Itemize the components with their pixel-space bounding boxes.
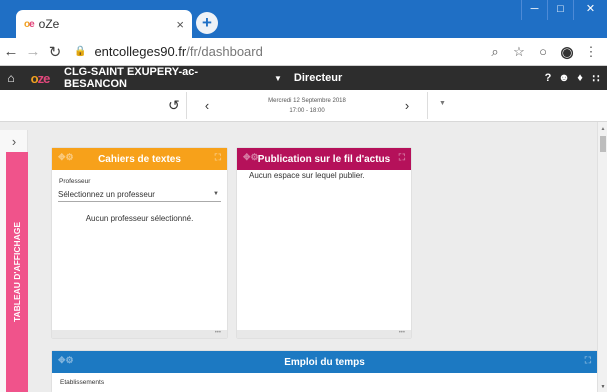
role-selector[interactable]: Directeur xyxy=(294,72,540,84)
professeur-select[interactable]: Sélectionnez un professeur ▼ xyxy=(58,188,221,202)
browser-tab[interactable]: oe oZe × xyxy=(16,10,192,38)
reload-icon[interactable]: ↻ xyxy=(44,43,66,61)
lock-icon: 🔒 xyxy=(74,46,87,57)
chevron-left-icon[interactable]: ‹ xyxy=(187,98,227,113)
maximize-icon[interactable]: □ xyxy=(547,0,573,20)
account-icon[interactable]: ◉ xyxy=(555,43,579,61)
minimize-icon[interactable]: ─ xyxy=(521,0,547,20)
grid-icon[interactable]: ∷ xyxy=(588,72,604,85)
oze-favicon-icon: oe xyxy=(24,18,35,30)
refresh-icon[interactable]: ↺ xyxy=(168,97,180,114)
cahiers-widget: ✥⚙ Cahiers de textes ⛶ Professeur Sélect… xyxy=(52,148,227,338)
emploi-title: Emploi du temps xyxy=(284,356,365,368)
professeur-select-value: Sélectionnez un professeur xyxy=(58,190,155,199)
window-close-icon[interactable]: ✕ xyxy=(573,0,607,20)
page-scrollbar[interactable]: ▲ ▼ xyxy=(597,122,607,392)
browser-tools: ⌕ ☆ ○ ◉ ⋮ xyxy=(483,43,603,61)
address-bar: ← → ↻ 🔒 entcolleges90.fr/fr/dashboard ⌕ … xyxy=(0,38,607,66)
browser-menu-icon[interactable]: ⋮ xyxy=(579,44,603,60)
publication-message: Aucun espace sur lequel publier. xyxy=(249,171,365,180)
school-name[interactable]: CLG-SAINT EXUPERY-ac-BESANCON xyxy=(64,66,254,90)
role-caret-icon[interactable]: ▼ xyxy=(274,74,282,83)
side-panel: › TABLEAU D'AFFICHAGE xyxy=(0,130,28,392)
time-text: 17:00 - 18:00 xyxy=(289,107,325,114)
home-icon[interactable]: ⌂ xyxy=(0,71,22,85)
resize-handle[interactable]: ••• xyxy=(52,330,227,338)
fullscreen-icon[interactable]: ⛶ xyxy=(399,152,405,163)
move-icon[interactable]: ✥⚙ xyxy=(58,355,74,366)
emploi-widget: ✥⚙ Emploi du temps ⛶ Etablissements xyxy=(52,351,597,392)
scroll-up-icon[interactable]: ▲ xyxy=(598,126,607,132)
window-controls: ─ □ ✕ xyxy=(521,0,607,20)
professeur-label: Professeur xyxy=(59,178,91,185)
cahiers-empty-message: Aucun professeur sélectionné. xyxy=(85,214,194,223)
emploi-header: ✥⚙ Emploi du temps ⛶ xyxy=(52,351,597,373)
user-icon[interactable]: ☻ xyxy=(556,72,572,85)
tableau-label: TABLEAU D'AFFICHAGE xyxy=(12,221,22,323)
fullscreen-icon[interactable]: ⛶ xyxy=(585,355,591,366)
extension-icon[interactable]: ○ xyxy=(531,44,555,59)
oze-logo[interactable]: oze xyxy=(22,71,58,86)
help-icon[interactable]: ? xyxy=(540,72,556,85)
tab-title: oZe xyxy=(38,17,60,31)
expand-panel-icon[interactable]: › xyxy=(0,134,28,149)
publication-header: ✥⚙ Publication sur le fil d'actus ⛶ xyxy=(237,148,411,170)
publication-title: Publication sur le fil d'actus xyxy=(257,153,391,165)
publication-widget: ✥⚙ Publication sur le fil d'actus ⛶ Aucu… xyxy=(237,148,411,338)
new-tab-button[interactable]: + xyxy=(196,12,218,34)
app-header: ⌂ oze CLG-SAINT EXUPERY-ac-BESANCON ▼ Di… xyxy=(0,66,607,90)
bell-icon[interactable]: ♦ xyxy=(572,72,588,85)
chevron-right-icon[interactable]: › xyxy=(387,98,427,113)
url-field[interactable]: 🔒 entcolleges90.fr/fr/dashboard xyxy=(74,44,483,59)
date-navigator: ‹ Mercredi 12 Septembre 2018 17:00 - 18:… xyxy=(186,92,428,119)
scroll-down-icon[interactable]: ▼ xyxy=(598,384,607,390)
header-icons: ? ☻ ♦ ∷ xyxy=(540,72,604,85)
resize-handle[interactable]: ••• xyxy=(237,330,411,338)
browser-titlebar: oe oZe × + ─ □ ✕ xyxy=(0,0,607,38)
move-icon[interactable]: ✥⚙ xyxy=(58,152,74,163)
zoom-icon[interactable]: ⌕ xyxy=(483,44,507,60)
date-dropdown-icon[interactable]: ▼ xyxy=(439,100,446,107)
move-icon[interactable]: ✥⚙ xyxy=(243,152,259,163)
star-icon[interactable]: ☆ xyxy=(507,44,531,60)
back-icon[interactable]: ← xyxy=(0,43,22,60)
url-path: /fr/dashboard xyxy=(186,44,263,59)
chevron-down-icon: ▼ xyxy=(213,191,219,197)
url-host: entcolleges90.fr xyxy=(94,44,187,59)
date-bar: ↺ ‹ Mercredi 12 Septembre 2018 17:00 - 1… xyxy=(0,90,607,122)
cahiers-header: ✥⚙ Cahiers de textes ⛶ xyxy=(52,148,227,170)
fullscreen-icon[interactable]: ⛶ xyxy=(215,152,221,163)
date-display[interactable]: Mercredi 12 Septembre 2018 17:00 - 18:00 xyxy=(227,96,387,116)
scroll-thumb[interactable] xyxy=(600,136,606,152)
tab-close-icon[interactable]: × xyxy=(176,17,184,32)
browser-window: oe oZe × + ─ □ ✕ ← → ↻ 🔒 entcolleges90.f… xyxy=(0,0,607,392)
etablissements-label: Etablissements xyxy=(60,379,105,386)
date-text: Mercredi 12 Septembre 2018 xyxy=(268,97,346,104)
cahiers-title: Cahiers de textes xyxy=(98,153,181,165)
forward-icon[interactable]: → xyxy=(22,43,44,60)
